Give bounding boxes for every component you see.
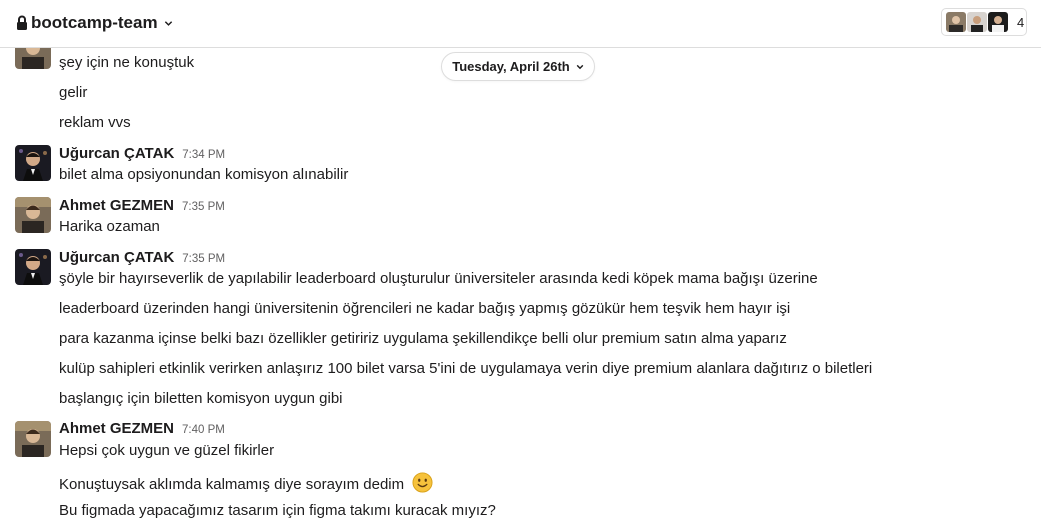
date-divider-button[interactable]: Tuesday, April 26th bbox=[441, 52, 595, 81]
channel-name-button[interactable]: bootcamp-team bbox=[16, 13, 173, 33]
sender-name[interactable]: Uğurcan ÇATAK bbox=[59, 145, 174, 162]
message-line: kulüp sahipleri etkinlik verirken anlaşı… bbox=[59, 360, 873, 377]
chevron-down-icon bbox=[164, 20, 172, 26]
avatar-ugurcan[interactable] bbox=[15, 249, 51, 285]
message-line: bilet alma opsiyonundan komisyon alınabi… bbox=[59, 166, 349, 183]
member-avatar bbox=[946, 12, 966, 32]
member-avatar bbox=[988, 12, 1008, 32]
member-count: 4 bbox=[1017, 14, 1025, 30]
message-line: Hepsi çok uygun ve güzel fikirler bbox=[59, 442, 275, 459]
message-header: Uğurcan ÇATAK 7:34 PM bbox=[59, 145, 225, 162]
message-line: şey için ne konuştuk bbox=[59, 54, 195, 71]
message-text: Konuştuysak aklımda kalmamış diye sorayı… bbox=[59, 476, 405, 493]
sender-name[interactable]: Ahmet GEZMEN bbox=[59, 420, 174, 437]
avatar-ahmet[interactable] bbox=[15, 421, 51, 457]
channel-header: bootcamp-team 4 bbox=[0, 0, 1041, 48]
slightly-smiling-face-icon bbox=[412, 472, 433, 493]
avatar-ugurcan[interactable] bbox=[15, 145, 51, 181]
lock-icon bbox=[17, 15, 27, 30]
message-line: reklam vvs bbox=[59, 114, 131, 131]
message-header: Ahmet GEZMEN 7:40 PM bbox=[59, 420, 225, 437]
message-line: başlangıç için biletten komisyon uygun g… bbox=[59, 390, 343, 407]
message-line: şöyle bir hayırseverlik de yapılabilir l… bbox=[59, 270, 818, 287]
timestamp[interactable]: 7:35 PM bbox=[182, 201, 225, 213]
members-button[interactable]: 4 bbox=[941, 8, 1027, 36]
message-line: leaderboard üzerinden hangi üniversiteni… bbox=[59, 300, 791, 317]
channel-name: bootcamp-team bbox=[31, 13, 158, 32]
sender-name[interactable]: Ahmet GEZMEN bbox=[59, 197, 174, 214]
sender-name[interactable]: Uğurcan ÇATAK bbox=[59, 249, 174, 266]
message-line: Konuştuysak aklımda kalmamış diye sorayı… bbox=[59, 472, 433, 493]
member-avatar bbox=[967, 12, 987, 32]
timestamp[interactable]: 7:34 PM bbox=[182, 149, 225, 161]
message-header: Uğurcan ÇATAK 7:35 PM bbox=[59, 249, 225, 266]
avatar-ahmet[interactable] bbox=[15, 197, 51, 233]
timestamp[interactable]: 7:40 PM bbox=[182, 424, 225, 436]
message-header: Ahmet GEZMEN 7:35 PM bbox=[59, 197, 225, 214]
message-line: gelir bbox=[59, 84, 88, 101]
date-label: Tuesday, April 26th bbox=[452, 59, 570, 74]
message-line: Harika ozaman bbox=[59, 218, 160, 235]
timestamp[interactable]: 7:35 PM bbox=[182, 253, 225, 265]
message-line: para kazanma içinse belki bazı özellikle… bbox=[59, 330, 787, 347]
message-line: Bu figmada yapacağımız tasarım için figm… bbox=[59, 502, 496, 519]
chevron-down-icon bbox=[576, 64, 584, 69]
